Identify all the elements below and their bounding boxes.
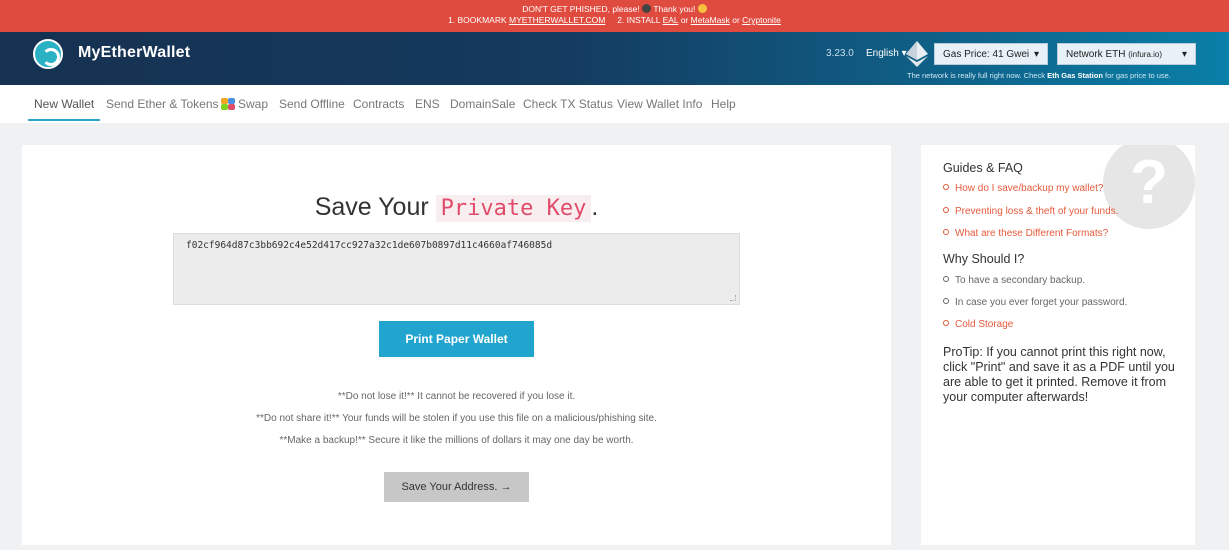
tab-domainsale[interactable]: DomainSale (450, 97, 515, 111)
app-header: MyEtherWallet 3.23.0 English ▾ Gas Price… (0, 32, 1229, 85)
network-label: Network ETH (1066, 49, 1126, 60)
why-heading: Why Should I? (943, 252, 1025, 266)
save-private-key-panel: Save Your Private Key. f02cf964d87c3bb69… (22, 145, 891, 545)
banner-or-text: or (680, 15, 689, 25)
swap-icon (221, 98, 235, 110)
network-dropdown[interactable]: Network ETH (infura.io) ▾ (1057, 43, 1196, 65)
guide-link-prevent-loss[interactable]: Preventing loss & theft of your funds. (943, 206, 1118, 217)
spy-emoji-icon (642, 4, 652, 13)
warning-do-not-share: **Do not share it!** Your funds will be … (256, 413, 657, 424)
save-your-address-button[interactable]: Save Your Address. → (384, 472, 529, 502)
language-label: English (866, 48, 899, 59)
tab-view-wallet-info[interactable]: View Wallet Info (617, 97, 702, 111)
print-paper-wallet-button[interactable]: Print Paper Wallet (379, 321, 534, 357)
title-suffix: . (591, 193, 599, 221)
warning-make-backup: **Make a backup!** Secure it like the mi… (279, 435, 634, 446)
gas-note-text: for gas price to use. (1105, 71, 1171, 80)
tab-help[interactable]: Help (711, 97, 736, 111)
banner-warning-text: DON'T GET PHISHED, please! (522, 4, 640, 14)
banner-or-text: or (732, 15, 740, 25)
bookmark-link[interactable]: MYETHERWALLET.COM (509, 15, 605, 25)
private-key-textarea[interactable]: f02cf964d87c3bb692c4e52d417cc927a32c1de6… (173, 233, 740, 305)
tab-swap[interactable]: Swap (221, 97, 268, 111)
protip-text: ProTip: If you cannot print this right n… (943, 345, 1175, 404)
why-item-forget-password: In case you ever forget your password. (943, 297, 1127, 308)
banner-bookmark-text: 1. BOOKMARK (448, 15, 507, 25)
myetherwallet-logo-icon[interactable] (33, 39, 63, 69)
cryptonite-link[interactable]: Cryptonite (742, 15, 781, 25)
smile-emoji-icon (697, 4, 707, 13)
network-provider: (infura.io) (1128, 50, 1163, 59)
page-title: Save Your Private Key. (22, 193, 891, 222)
tab-ens[interactable]: ENS (415, 97, 440, 111)
guide-link-save-backup[interactable]: How do I save/backup my wallet? (943, 183, 1103, 194)
caret-down-icon: ▾ (1181, 49, 1187, 60)
tab-check-tx-status[interactable]: Check TX Status (523, 97, 613, 111)
phishing-warning-banner: DON'T GET PHISHED, please! Thank you! 1.… (0, 0, 1229, 32)
banner-line-2: 1. BOOKMARK MYETHERWALLET.COM 2. INSTALL… (0, 15, 1229, 26)
banner-install-text: 2. INSTALL (617, 15, 661, 25)
cold-storage-link[interactable]: Cold Storage (943, 319, 1013, 330)
tab-contracts[interactable]: Contracts (353, 97, 404, 111)
gas-note-text: The network is really full right now. Ch… (907, 71, 1045, 80)
gas-price-label: Gas Price: 41 Gwei (943, 49, 1030, 60)
tab-new-wallet[interactable]: New Wallet (34, 97, 94, 111)
help-sidebar: ? Guides & FAQ How do I save/backup my w… (921, 145, 1195, 545)
tab-send-ether-tokens[interactable]: Send Ether & Tokens (106, 97, 219, 111)
main-nav: New Wallet Send Ether & Tokens Swap Send… (0, 85, 1229, 123)
banner-thanks-text: Thank you! (653, 4, 696, 14)
guide-link-formats[interactable]: What are these Different Formats? (943, 228, 1108, 239)
eal-link[interactable]: EAL (663, 15, 679, 25)
private-key-value: f02cf964d87c3bb692c4e52d417cc927a32c1de6… (186, 240, 553, 251)
warning-do-not-lose: **Do not lose it!** It cannot be recover… (337, 391, 576, 402)
eth-gas-station-link[interactable]: Eth Gas Station (1047, 71, 1103, 80)
resize-handle-icon[interactable] (730, 295, 736, 301)
banner-line-1: DON'T GET PHISHED, please! Thank you! (0, 4, 1229, 15)
language-dropdown[interactable]: English ▾ (866, 48, 907, 59)
metamask-link[interactable]: MetaMask (691, 15, 730, 25)
active-tab-indicator (28, 119, 100, 121)
caret-down-icon: ▾ (1033, 49, 1039, 60)
tab-swap-label: Swap (238, 97, 269, 111)
brand-name[interactable]: MyEtherWallet (78, 44, 190, 62)
title-prefix: Save Your (314, 193, 429, 221)
why-item-backup: To have a secondary backup. (943, 275, 1085, 286)
version-label: 3.23.0 (826, 48, 854, 59)
title-private-key: Private Key (435, 195, 592, 222)
gas-price-note: The network is really full right now. Ch… (907, 71, 1171, 80)
tab-send-offline[interactable]: Send Offline (279, 97, 345, 111)
gas-price-dropdown[interactable]: Gas Price: 41 Gwei ▾ (934, 43, 1048, 65)
guides-heading: Guides & FAQ (943, 161, 1023, 175)
ethereum-diamond-icon (906, 41, 928, 67)
